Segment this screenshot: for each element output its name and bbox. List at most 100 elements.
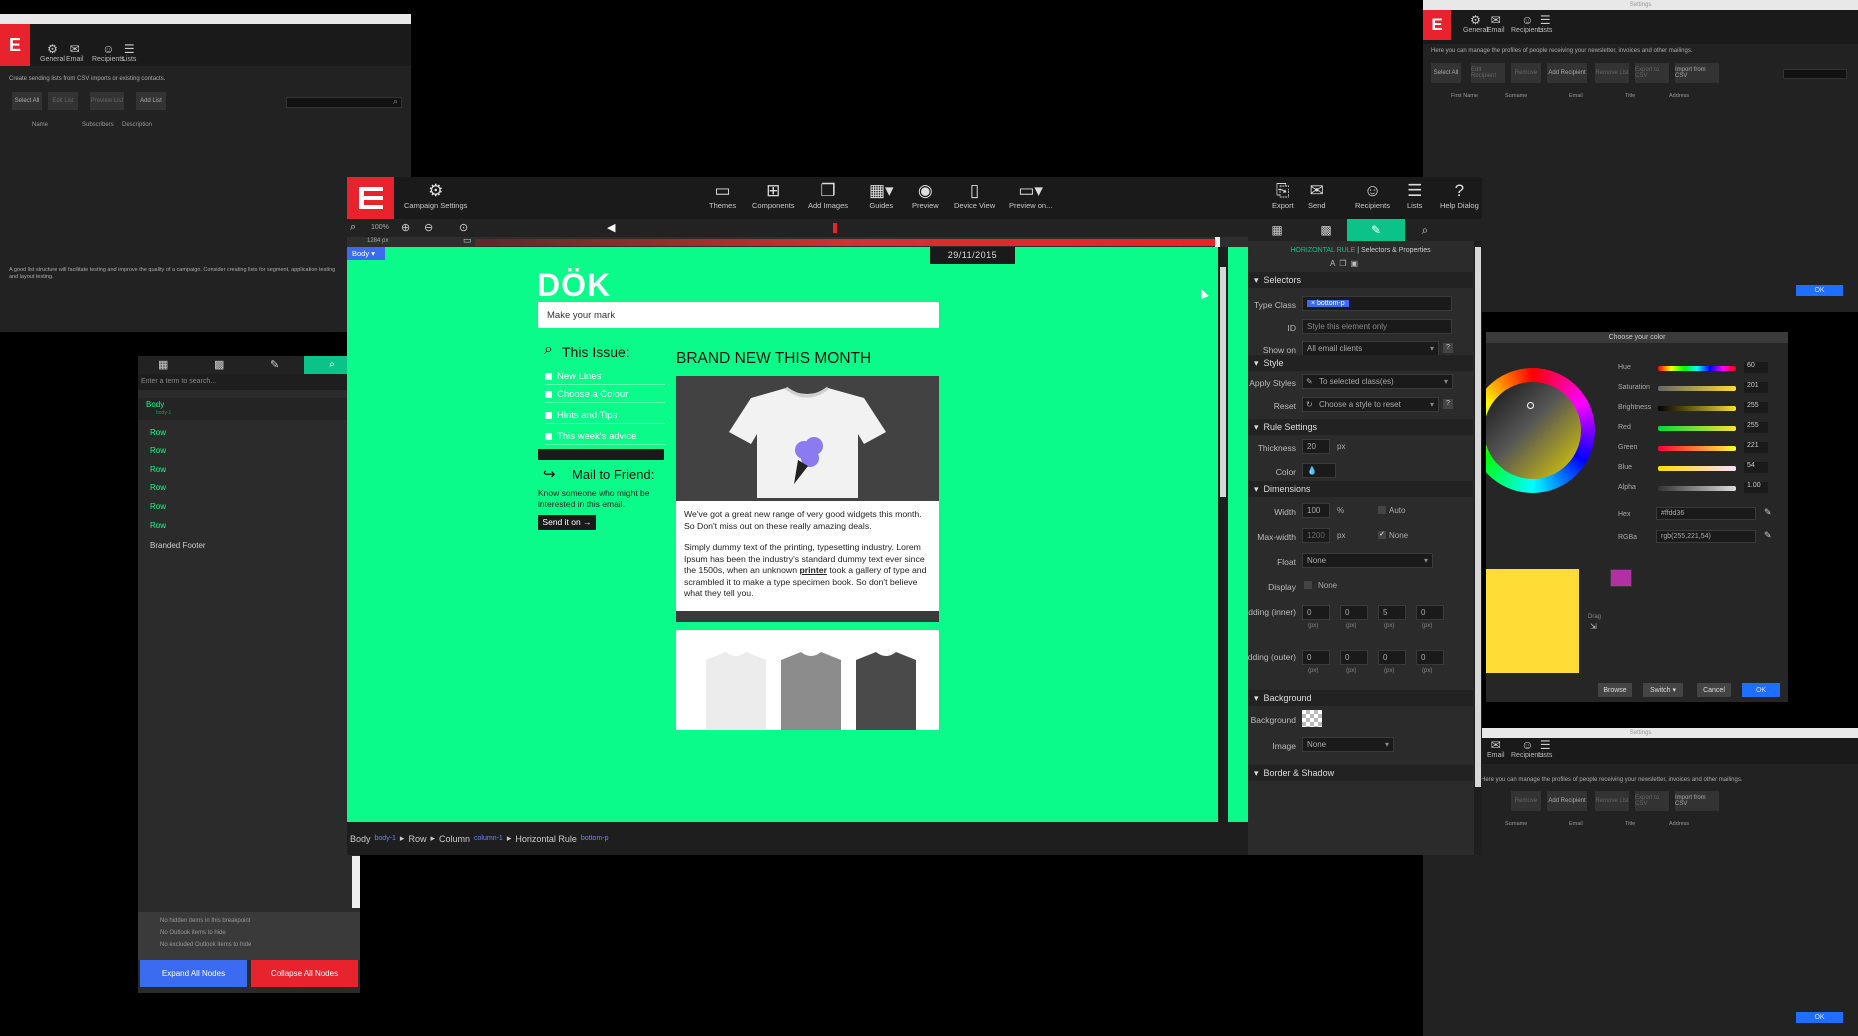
tree-row-5[interactable]: Row <box>150 502 166 511</box>
blue-value[interactable]: 54 <box>1744 462 1768 473</box>
selected-horizontal-rule[interactable] <box>538 449 664 460</box>
green-slider[interactable] <box>1658 446 1736 451</box>
preview-on-button[interactable]: ▭▾ Preview on... <box>1009 181 1052 210</box>
preview-list-button[interactable]: Preview List <box>90 92 124 110</box>
grid-tab-icon[interactable]: ▩ <box>214 358 224 371</box>
import-csv-button[interactable]: Import from CSV <box>1675 791 1719 811</box>
hue-slider[interactable] <box>1658 366 1736 371</box>
remove-button[interactable]: Remove <box>1511 63 1541 83</box>
issue-item-2[interactable]: Choose a Colour <box>545 386 665 403</box>
apply-styles-select[interactable]: ✎ To selected class(es) <box>1302 374 1453 389</box>
toolbar-lists[interactable]: ☰ Lists <box>122 42 136 63</box>
import-csv-button[interactable]: Import from CSV <box>1675 63 1719 83</box>
zoom-out-icon[interactable]: ⊖ <box>424 221 433 234</box>
tree-scrollbar[interactable] <box>352 856 360 908</box>
campaign-settings-button[interactable]: ⚙ Campaign Settings <box>404 181 467 210</box>
issue-item-4[interactable]: This week's advice <box>545 428 665 445</box>
collapse-arrow-icon[interactable]: ◀ <box>607 221 615 234</box>
alpha-slider[interactable] <box>1658 486 1736 491</box>
cancel-button[interactable]: Cancel <box>1697 683 1731 697</box>
browse-button[interactable]: Browse <box>1598 683 1632 697</box>
class-tag[interactable]: × bottom-p <box>1307 300 1349 307</box>
recipients-2-ok-button[interactable]: OK <box>1796 1012 1843 1023</box>
saturation-value[interactable]: 201 <box>1744 382 1768 393</box>
zoom-level[interactable]: 100% <box>371 224 389 231</box>
rule-settings-section[interactable]: ▾ Rule Settings <box>1248 419 1473 435</box>
panel-scroll-thumb[interactable] <box>1475 247 1481 787</box>
tshirts-row-image[interactable] <box>676 630 939 730</box>
rgba-input[interactable]: rgb(255,221,54) <box>1656 530 1756 543</box>
pad-inner-top[interactable]: 0 <box>1302 605 1330 620</box>
device-view-button[interactable]: ▯ Device View <box>954 181 995 210</box>
lists-button[interactable]: ☰ Lists <box>1407 181 1422 210</box>
brush-tab-icon[interactable]: ✎ <box>270 358 279 371</box>
width-stepper[interactable]: 100 <box>1302 503 1330 518</box>
remove-list-button[interactable]: Remove List <box>1595 791 1629 811</box>
toolbar-lists[interactable]: ☰ Lists <box>1538 738 1552 759</box>
color-wheel[interactable] <box>1486 368 1595 493</box>
saturation-slider[interactable] <box>1658 386 1736 391</box>
maxwidth-stepper[interactable]: 1200 <box>1302 528 1330 543</box>
expand-all-button[interactable]: Expand All Nodes <box>140 960 247 987</box>
recipients-button[interactable]: ☺ Recipients <box>1355 181 1390 210</box>
width-ruler[interactable]: 1284 px ▭ <box>347 235 1248 247</box>
article-text[interactable]: We've got a great new range of very good… <box>676 501 939 611</box>
export-button[interactable]: ⎘ Export <box>1272 181 1294 210</box>
auto-checkbox[interactable] <box>1378 506 1386 514</box>
show-on-select[interactable]: All email clients <box>1302 341 1439 356</box>
remove-button[interactable]: Remove <box>1511 791 1541 811</box>
crumb-row[interactable]: Row <box>408 834 426 844</box>
float-select[interactable]: None <box>1302 553 1433 568</box>
panel-scrollbar[interactable] <box>1474 241 1482 855</box>
guides-button[interactable]: ▦▾ Guides <box>869 181 894 210</box>
tree-row-4[interactable]: Row <box>150 483 166 492</box>
none-checkbox[interactable]: ✓ <box>1378 531 1386 539</box>
themes-button[interactable]: ▭ Themes <box>709 181 736 210</box>
lists-search-input[interactable]: ⌕ <box>286 96 402 108</box>
canvas-scroll-thumb[interactable] <box>1220 267 1226 497</box>
toolbar-general[interactable]: ⚙ General <box>1463 13 1488 34</box>
red-slider[interactable] <box>1658 426 1736 431</box>
select-all-button[interactable]: Select All <box>12 92 42 110</box>
rgba-eyedropper-icon[interactable]: ✎ <box>1764 530 1772 541</box>
issue-item-1[interactable]: New Lines <box>545 368 665 385</box>
tree-footer-node[interactable]: Branded Footer <box>150 541 206 550</box>
ok-button[interactable]: OK <box>1742 683 1780 697</box>
help-icon[interactable]: ? <box>1443 343 1453 353</box>
tree-row-1[interactable]: Row <box>150 428 166 437</box>
toolbar-email[interactable]: ✉ Email <box>1487 13 1505 34</box>
style-section[interactable]: ▾ Style <box>1248 355 1473 371</box>
collapse-all-button[interactable]: Collapse All Nodes <box>251 960 358 987</box>
border-shadow-section[interactable]: ▾ Border & Shadow <box>1248 765 1473 781</box>
add-list-button[interactable]: Add List <box>136 92 166 110</box>
brightness-value[interactable]: 255 <box>1744 402 1768 413</box>
send-button[interactable]: ✉ Send <box>1308 181 1326 210</box>
id-input[interactable]: Style this element only <box>1302 319 1452 334</box>
blue-slider[interactable] <box>1658 466 1736 471</box>
export-csv-button[interactable]: Export to CSV <box>1635 63 1669 83</box>
hue-value[interactable]: 60 <box>1744 362 1768 373</box>
text-icon[interactable]: A <box>1330 259 1339 268</box>
tab-filter[interactable]: ⌕ <box>1396 219 1454 241</box>
add-images-button[interactable]: ❐ Add Images <box>808 181 848 210</box>
type-class-field[interactable]: × bottom-p <box>1302 296 1452 311</box>
app-logo[interactable] <box>347 177 394 219</box>
crumb-hr[interactable]: Horizontal Rule <box>515 834 577 844</box>
canvas-scrollbar[interactable] <box>1218 247 1228 822</box>
toolbar-recipients[interactable]: ☺ Recipients <box>92 42 125 63</box>
export-csv-button[interactable]: Export to CSV <box>1635 791 1669 811</box>
paste-icon[interactable]: ▣ <box>1351 259 1363 268</box>
pad-inner-bottom[interactable]: 5 <box>1378 605 1406 620</box>
toolbar-email[interactable]: ✉ Email <box>1487 738 1505 759</box>
zoom-reset-icon[interactable]: ⊙ <box>459 221 468 234</box>
display-checkbox[interactable] <box>1304 581 1312 589</box>
remove-list-button[interactable]: Remove List <box>1595 63 1629 83</box>
rule-color-swatch[interactable]: 💧 <box>1302 463 1336 478</box>
select-all-button[interactable]: Select All <box>1431 63 1461 83</box>
add-recipient-button[interactable]: Add Recipient <box>1547 63 1587 83</box>
hex-eyedropper-icon[interactable]: ✎ <box>1764 507 1772 518</box>
device-monitor-icon[interactable]: ▭ <box>463 235 472 246</box>
edit-recipient-button[interactable]: Edit Recipient <box>1471 63 1505 83</box>
add-recipient-button[interactable]: Add Recipient <box>1547 791 1587 811</box>
send-it-on-button[interactable]: Send it on → <box>538 515 596 530</box>
